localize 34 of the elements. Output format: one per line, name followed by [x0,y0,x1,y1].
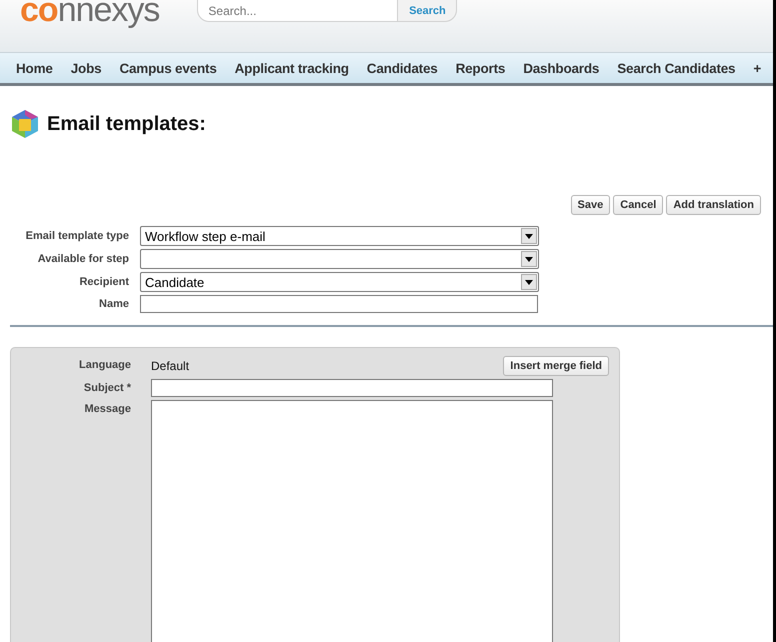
field-label: Subject * [82,381,131,394]
nav-tab[interactable]: Campus events [110,60,226,76]
search-field[interactable]: Search... [197,0,398,22]
caret-icon [521,251,537,267]
dropdown-field[interactable] [140,249,539,269]
cube-icon [11,109,39,139]
caret-icon [521,228,537,244]
field-label: Language [78,358,131,371]
nav-tab[interactable]: Search Candidates [608,60,744,76]
nav-tab[interactable]: Applicant tracking [226,60,358,76]
nav-tab[interactable]: Dashboards [514,60,608,76]
dropdown-field[interactable]: Workflow step e-mail [140,226,539,246]
message-field[interactable] [151,400,553,642]
page-title: Email templates: [47,112,206,136]
nav-tab[interactable]: Reports [446,60,514,76]
nav-tab[interactable]: Jobs [62,60,110,76]
action-button[interactable]: Add translation [666,195,761,215]
nav-tab[interactable]: Home [7,60,62,76]
text-field[interactable] [140,295,538,313]
logo: connexys [20,0,160,26]
nav-tab[interactable]: Candidates [358,60,447,76]
field-label: Message [84,402,131,415]
nav-tab[interactable]: + [744,60,770,76]
subject-field[interactable] [151,379,553,397]
action-button[interactable]: Cancel [613,195,664,215]
field-label: Name [98,298,129,310]
field-label: Available for step [36,253,129,265]
dropdown-field[interactable]: Candidate [140,272,539,292]
insert-merge-field-button[interactable]: Insert merge field [503,356,609,376]
action-button[interactable]: Save [570,195,610,215]
language-value: Default [151,359,190,373]
field-label: Email template type [24,230,129,242]
caret-icon [521,274,537,290]
field-label: Recipient [78,276,129,288]
